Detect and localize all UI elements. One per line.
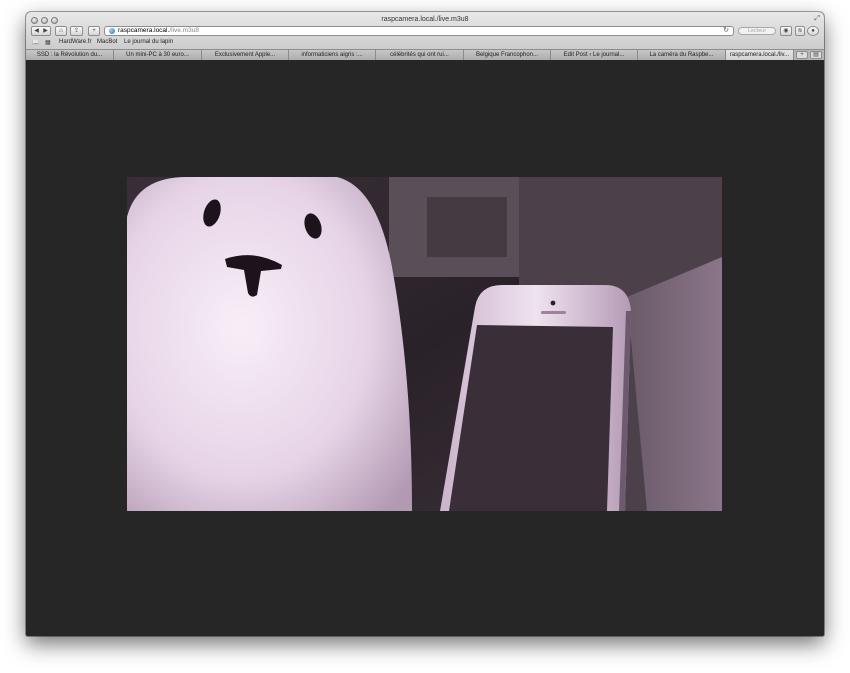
tab[interactable]: SSD : la Révolution du... <box>26 50 114 60</box>
tab[interactable]: Un mini-PC à 30 euro... <box>114 50 202 60</box>
bookmark-item[interactable]: Le journal du lapin <box>124 39 173 45</box>
home-icon: ⌂ <box>59 28 63 34</box>
bookmarks-bar: 📖 ▦ HardWare.fr MacBot Le journal du lap… <box>26 38 824 48</box>
new-tab-icon[interactable]: + <box>796 51 808 59</box>
forward-arrow-icon[interactable]: ▶ <box>41 27 50 35</box>
address-path: /live.m3u8 <box>169 27 199 34</box>
background-box-dark <box>427 197 507 257</box>
browser-chrome: raspcamera.local./live.m3u8 ⤢ ◀ ▶ ⌂ ⇪ + r… <box>26 12 824 61</box>
address-host: raspcamera.local. <box>118 27 170 34</box>
tab-overview-icon[interactable]: ▤ <box>810 51 822 59</box>
address-bar[interactable]: raspcamera.local./live.m3u8 ↻ <box>104 26 734 36</box>
toolbar: ◀ ▶ ⌂ ⇪ + raspcamera.local./live.m3u8 ↻ L… <box>26 26 824 38</box>
tab[interactable]: Belgique Francophon... <box>464 50 551 60</box>
back-arrow-icon[interactable]: ◀ <box>32 27 41 35</box>
address-text[interactable]: raspcamera.local./live.m3u8 <box>118 27 199 35</box>
phone-speaker <box>541 311 566 314</box>
back-forward-buttons: ◀ ▶ <box>31 26 51 36</box>
add-bookmark-button[interactable]: + <box>88 26 100 36</box>
grid-icon[interactable]: ▦ <box>45 39 51 46</box>
bookmark-item[interactable]: MacBot <box>97 39 117 45</box>
bunny-lamp-body <box>127 177 412 511</box>
share-button[interactable]: ⇪ <box>70 26 83 36</box>
rss-button[interactable]: ≋ <box>795 26 805 36</box>
reload-icon[interactable]: ↻ <box>723 27 729 35</box>
share-icon: ⇪ <box>73 28 80 34</box>
fullscreen-icon[interactable]: ⤢ <box>814 15 820 23</box>
page-content <box>26 60 824 636</box>
reader-button[interactable]: Lecteur <box>738 27 776 35</box>
tab[interactable]: informaticiens aigris :... <box>289 50 376 60</box>
rss-icon: ≋ <box>797 28 803 34</box>
tab[interactable]: Edit Post ‹ Le journal... <box>551 50 638 60</box>
tab[interactable]: célébrités qui ont rui... <box>376 50 464 60</box>
ghostery-button[interactable]: ● <box>807 26 819 36</box>
ghost-icon: ● <box>811 28 815 34</box>
tab-active[interactable]: raspcamera.local./liv... <box>726 50 794 60</box>
bookmark-item[interactable]: HardWare.fr <box>59 39 91 45</box>
globe-icon <box>109 28 115 34</box>
tab[interactable]: Exclusivement Apple... <box>202 50 289 60</box>
video-player[interactable] <box>127 177 722 511</box>
open-book-icon[interactable]: 📖 <box>32 39 39 46</box>
home-button[interactable]: ⌂ <box>55 26 67 36</box>
sidebar-button[interactable]: ◉ <box>780 26 792 36</box>
tab[interactable]: La caméra du Raspbe... <box>638 50 726 60</box>
browser-window: raspcamera.local./live.m3u8 ⤢ ◀ ▶ ⌂ ⇪ + r… <box>26 12 824 636</box>
tab-bar: SSD : la Révolution du... Un mini-PC à 3… <box>26 49 824 60</box>
video-frame <box>127 177 722 511</box>
phone-camera <box>550 300 556 306</box>
glasses-icon: ◉ <box>783 28 789 34</box>
window-title: raspcamera.local./live.m3u8 <box>381 16 469 23</box>
phone-screen <box>449 325 613 511</box>
